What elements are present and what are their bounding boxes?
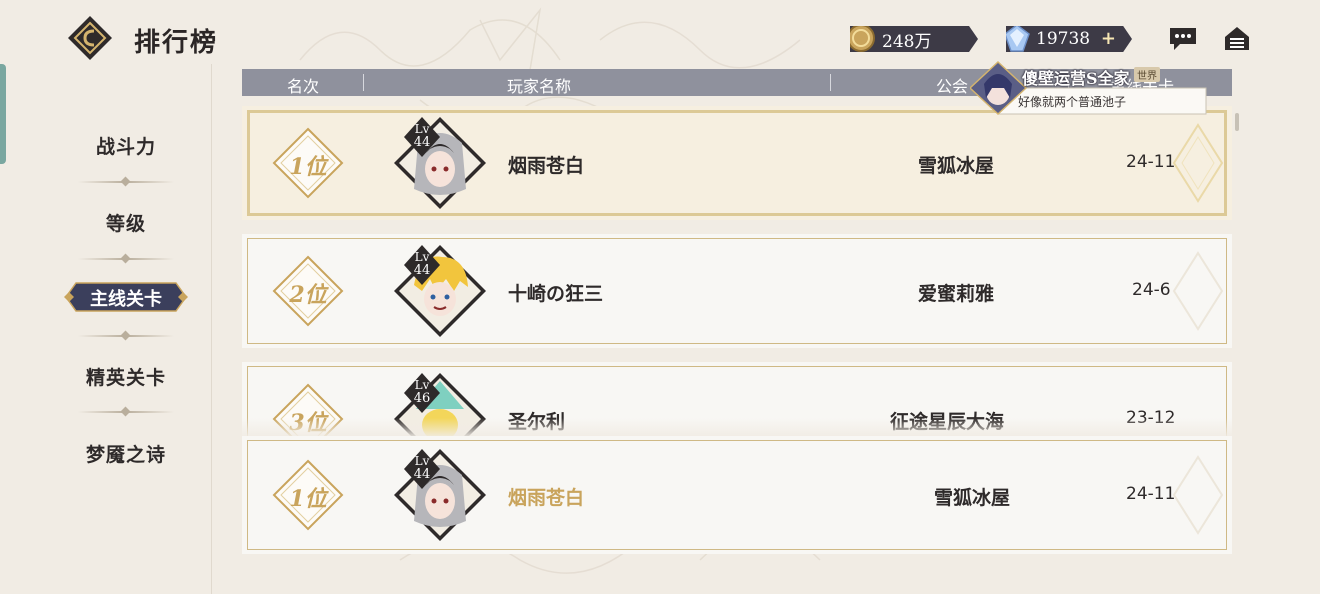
my-rank-row[interactable]: 1位 Lv 44 烟雨苍白 雪狐冰屋 24-11 bbox=[242, 436, 1232, 554]
fade-overlay bbox=[212, 418, 1320, 438]
table-row[interactable]: 2位 Lv 44 十崎の狂三 爱蜜莉雅 24-6 bbox=[242, 234, 1232, 348]
nav-divider bbox=[78, 335, 174, 337]
chat-sender: 傻壁运营S全家 bbox=[1022, 69, 1130, 88]
chat-channel-tag: 世界 bbox=[1134, 67, 1160, 82]
rank-label: 2位 bbox=[289, 282, 327, 308]
column-header-player-name: 玩家名称 bbox=[507, 77, 572, 96]
stage-value: 24-11 bbox=[1126, 484, 1176, 504]
level-value: 44 bbox=[413, 263, 431, 278]
diamond-deco-icon bbox=[1172, 123, 1224, 203]
level-value: 46 bbox=[413, 391, 431, 406]
chat-message: 好像就两个普通池子 bbox=[1018, 95, 1127, 109]
diamond-deco-icon bbox=[1172, 251, 1224, 331]
coin-icon bbox=[850, 26, 875, 52]
stage-value: 24-6 bbox=[1132, 280, 1171, 300]
scrollbar[interactable] bbox=[1235, 113, 1239, 131]
player-name: 十崎の狂三 bbox=[508, 283, 604, 305]
stage-value: 24-11 bbox=[1126, 152, 1176, 172]
level-badge: Lv 44 bbox=[404, 245, 440, 285]
column-header-rank: 名次 bbox=[287, 77, 320, 96]
gold-currency[interactable]: 248万 bbox=[850, 26, 978, 52]
sidebar-item-combat-power[interactable]: 战斗力 bbox=[0, 132, 252, 159]
page-title: 排行榜 bbox=[134, 28, 219, 58]
sidebar-item-elite-stage[interactable]: 精英关卡 bbox=[0, 363, 252, 390]
sidebar-item-nightmare-poem[interactable]: 梦魇之诗 bbox=[0, 440, 252, 467]
guild-name: 雪狐冰屋 bbox=[918, 155, 995, 177]
column-header-guild: 公会 bbox=[936, 77, 969, 96]
nav-divider bbox=[78, 258, 174, 260]
rank-label: 1位 bbox=[289, 154, 327, 180]
gold-amount: 248万 bbox=[882, 31, 932, 52]
level-badge: Lv 46 bbox=[404, 373, 440, 413]
gem-icon bbox=[1006, 26, 1030, 52]
player-name: 烟雨苍白 bbox=[508, 487, 585, 509]
guild-name: 雪狐冰屋 bbox=[934, 487, 1011, 509]
level-badge: Lv 44 bbox=[404, 117, 440, 157]
player-name: 烟雨苍白 bbox=[508, 155, 585, 177]
gem-amount: 19738 bbox=[1036, 29, 1091, 49]
diamond-deco-icon bbox=[1172, 455, 1224, 535]
gem-currency[interactable]: 19738 + bbox=[1006, 26, 1132, 52]
nav-divider bbox=[78, 411, 174, 413]
level-badge: Lv 44 bbox=[404, 449, 440, 489]
column-separator bbox=[830, 74, 831, 91]
rank-label: 1位 bbox=[289, 486, 327, 512]
level-value: 44 bbox=[413, 135, 431, 150]
column-separator bbox=[363, 74, 364, 91]
sidebar-item-level[interactable]: 等级 bbox=[0, 209, 252, 236]
guild-name: 爱蜜莉雅 bbox=[918, 283, 995, 305]
level-value: 44 bbox=[413, 467, 431, 482]
chat-icon[interactable] bbox=[1168, 24, 1198, 52]
diamond-logo-icon bbox=[68, 16, 112, 60]
home-icon[interactable] bbox=[1222, 24, 1252, 52]
table-row[interactable]: 1位 Lv 44 烟雨苍白 雪狐冰屋 24-11 bbox=[242, 106, 1232, 220]
add-gem-button[interactable]: + bbox=[1101, 28, 1116, 49]
sidebar-item-main-stage[interactable]: 主线关卡 bbox=[64, 285, 188, 311]
nav-divider bbox=[78, 181, 174, 183]
